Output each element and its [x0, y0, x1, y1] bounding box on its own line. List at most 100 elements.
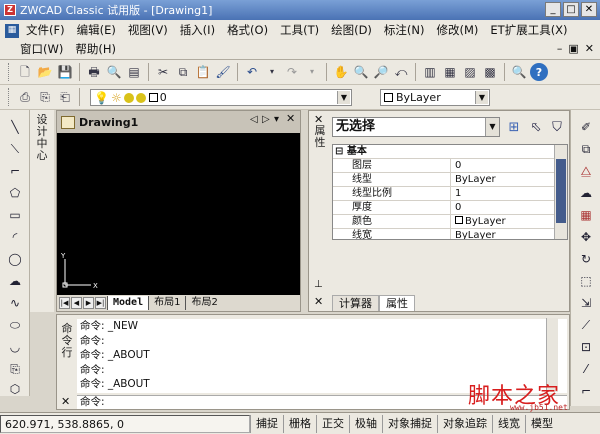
property-row[interactable]: 线型比例 1	[333, 187, 567, 201]
menu-format[interactable]: 格式(O)	[221, 21, 274, 40]
redo-icon[interactable]: ↷	[283, 63, 301, 81]
tab-properties[interactable]: 属性	[379, 295, 415, 311]
close-button[interactable]: ✕	[581, 2, 597, 17]
scrollbar-thumb[interactable]	[556, 159, 566, 223]
properties-icon[interactable]: ▥	[421, 63, 439, 81]
tab-model[interactable]: Model	[107, 296, 149, 310]
break-icon[interactable]: ⁄	[577, 360, 595, 378]
chamfer-icon[interactable]: ⌐	[577, 382, 595, 400]
select-objects-icon[interactable]: ⬁	[527, 119, 545, 137]
print-preview-icon[interactable]: 🔍	[105, 63, 123, 81]
property-value[interactable]: ByLayer	[453, 229, 553, 239]
close-palette-icon[interactable]: ✕	[314, 295, 323, 308]
lineweight-toggle[interactable]: 线宽	[492, 414, 525, 433]
prev-tab-icon[interactable]: ◀	[71, 297, 82, 309]
category-row[interactable]: ⊟ 基本	[333, 145, 567, 159]
calculator-icon[interactable]: ▩	[481, 63, 499, 81]
redo-dropdown-icon[interactable]: ▾	[303, 63, 321, 81]
first-tab-icon[interactable]: |◀	[59, 297, 70, 309]
mdi-restore-button[interactable]: ▣	[568, 42, 578, 55]
tab-calculator[interactable]: 计算器	[332, 295, 379, 311]
drawing-canvas[interactable]: Y X	[57, 133, 300, 295]
layer-manager-icon[interactable]: ⎘	[36, 88, 54, 106]
copy-icon[interactable]: ⧉	[174, 63, 192, 81]
copy-object-icon[interactable]: ⧉	[577, 140, 595, 158]
mdi-minimize-button[interactable]: –	[557, 42, 563, 55]
rotate-icon[interactable]: ↻	[577, 250, 595, 268]
layer-states-icon[interactable]: ⎗	[56, 88, 74, 106]
offset-icon[interactable]: ☁	[577, 184, 595, 202]
menu-edit[interactable]: 编辑(E)	[71, 21, 122, 40]
polygon-icon[interactable]: ⬠	[6, 184, 24, 202]
mdi-close-button[interactable]: ✕	[585, 42, 594, 55]
otrack-toggle[interactable]: 对象追踪	[437, 414, 492, 433]
ellipse-arc-icon[interactable]: ◡	[6, 338, 24, 356]
insert-block-icon[interactable]: ⎘	[6, 360, 24, 378]
print-icon[interactable]: 🖶	[85, 63, 103, 81]
layer-previous-icon[interactable]: ⎙	[16, 88, 34, 106]
property-row[interactable]: 线宽 ByLayer	[333, 229, 567, 239]
publish-icon[interactable]: ▤	[125, 63, 143, 81]
mirror-icon[interactable]: ⧋	[577, 162, 595, 180]
color-dropdown[interactable]: ByLayer ▼	[380, 89, 490, 106]
chevron-down-icon[interactable]: ▼	[337, 91, 350, 104]
selection-dropdown[interactable]: 无选择 ▼	[332, 117, 500, 137]
property-row[interactable]: 图层 0	[333, 159, 567, 173]
extend-icon[interactable]: ⊡	[577, 338, 595, 356]
tool-palette-icon[interactable]: ▨	[461, 63, 479, 81]
property-value[interactable]: ByLayer	[453, 215, 553, 228]
minimize-button[interactable]: _	[545, 2, 561, 17]
menu-dimension[interactable]: 标注(N)	[378, 21, 431, 40]
property-value[interactable]: 0	[453, 201, 553, 214]
rectangle-icon[interactable]: ▭	[6, 206, 24, 224]
drawing-list-icon[interactable]: ▾	[274, 114, 279, 125]
revision-cloud-icon[interactable]: ☁	[6, 272, 24, 290]
tab-layout2[interactable]: 布局2	[185, 296, 222, 310]
design-center-icon[interactable]: ▦	[441, 63, 459, 81]
zoom-realtime-icon[interactable]: 🔍	[352, 63, 370, 81]
layer-dropdown[interactable]: 💡 ☼ 0 ▼	[90, 89, 352, 106]
chevron-down-icon[interactable]: ▼	[485, 118, 499, 136]
ellipse-icon[interactable]: ⬭	[6, 316, 24, 334]
undo-icon[interactable]: ↶	[243, 63, 261, 81]
stretch-icon[interactable]: ⇲	[577, 294, 595, 312]
menu-tools[interactable]: 工具(T)	[274, 21, 325, 40]
previous-drawing-icon[interactable]: ◁	[250, 114, 258, 125]
menu-insert[interactable]: 插入(I)	[174, 21, 221, 40]
paste-icon[interactable]: 📋	[194, 63, 212, 81]
quick-select-icon[interactable]: ⛉	[548, 119, 566, 137]
last-tab-icon[interactable]: ▶|	[95, 297, 106, 309]
array-icon[interactable]: ▦	[577, 206, 595, 224]
menu-help[interactable]: 帮助(H)	[69, 40, 122, 59]
doc-icon[interactable]: ▦	[5, 23, 19, 38]
drawing-tab[interactable]: Drawing1	[61, 113, 138, 131]
property-value[interactable]: ByLayer	[453, 173, 553, 186]
next-tab-icon[interactable]: ▶	[83, 297, 94, 309]
menu-modify[interactable]: 修改(M)	[431, 21, 485, 40]
toggle-pickadd-icon[interactable]: ⊞	[505, 119, 523, 137]
model-toggle[interactable]: 模型	[525, 414, 558, 433]
menu-window[interactable]: 窗口(W)	[14, 40, 69, 59]
property-row[interactable]: 厚度 0	[333, 201, 567, 215]
line-icon[interactable]: ╲	[6, 118, 24, 136]
grid-toggle[interactable]: 栅格	[283, 414, 316, 433]
menu-draw[interactable]: 绘图(D)	[325, 21, 378, 40]
properties-scrollbar[interactable]	[554, 145, 567, 239]
menu-view[interactable]: 视图(V)	[122, 21, 174, 40]
spline-icon[interactable]: ∿	[6, 294, 24, 312]
menu-file[interactable]: 文件(F)	[20, 21, 71, 40]
trim-icon[interactable]: ⟋	[577, 316, 595, 334]
help-icon[interactable]: ?	[530, 63, 548, 81]
pin-icon[interactable]: ⊥	[314, 279, 323, 290]
menu-et-tools[interactable]: ET扩展工具(X)	[484, 21, 573, 40]
save-icon[interactable]: 💾	[56, 63, 74, 81]
make-block-icon[interactable]: ⬡	[6, 380, 24, 398]
zoom-previous-icon[interactable]: ⤺	[392, 63, 410, 81]
polyline-icon[interactable]: ⌐	[6, 162, 24, 180]
property-value[interactable]: 1	[453, 187, 553, 200]
new-icon[interactable]: 🗋	[16, 63, 34, 81]
close-command-icon[interactable]: ✕	[61, 395, 70, 408]
next-drawing-icon[interactable]: ▷	[262, 114, 270, 125]
pan-icon[interactable]: ✋	[332, 63, 350, 81]
maximize-button[interactable]: □	[563, 2, 579, 17]
